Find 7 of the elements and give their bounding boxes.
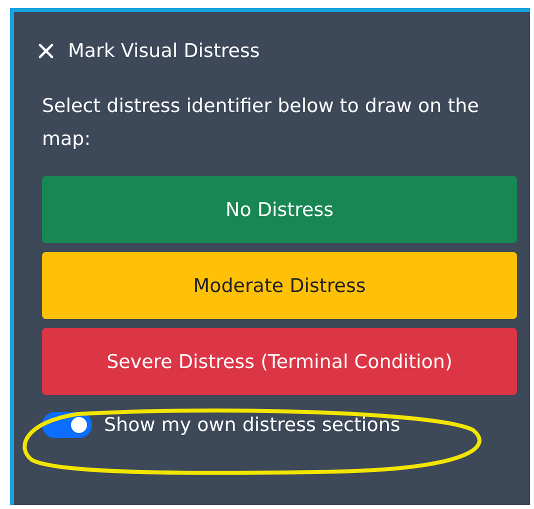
- toggle-label: Show my own distress sections: [104, 414, 400, 436]
- distress-button[interactable]: Moderate Distress: [42, 252, 517, 319]
- close-icon[interactable]: [38, 43, 54, 59]
- instruction-text: Select distress identifier below to draw on the map:: [42, 94, 480, 152]
- distress-button[interactable]: Severe Distress (Terminal Condition): [42, 328, 517, 395]
- distress-button[interactable]: No Distress: [42, 176, 517, 243]
- panel-title: Mark Visual Distress: [68, 40, 260, 62]
